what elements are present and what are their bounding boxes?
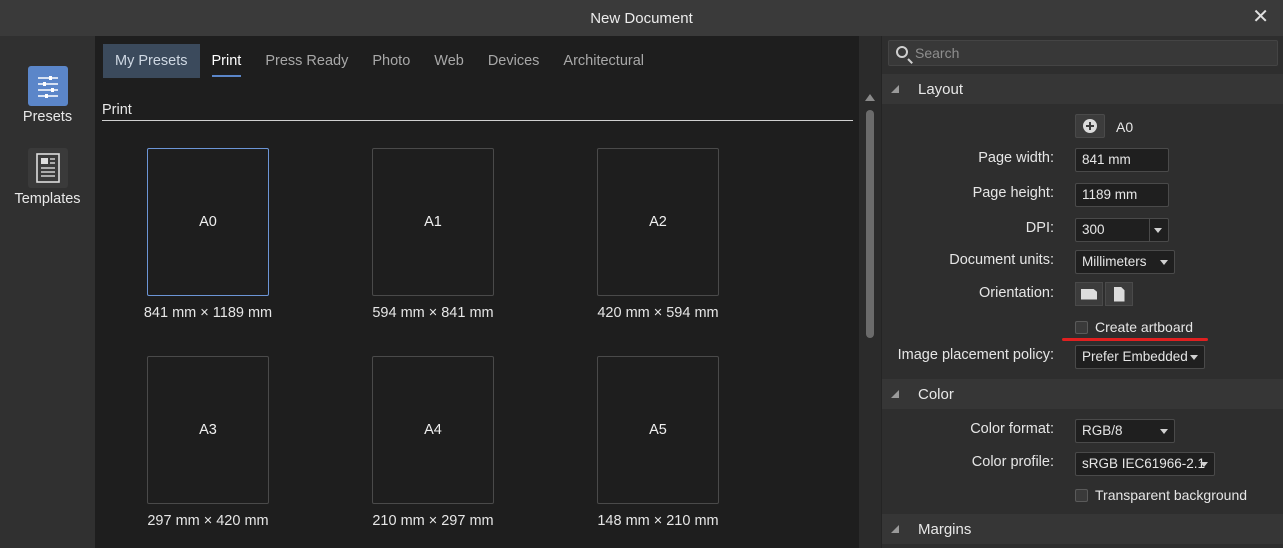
preset-dimensions: 841 mm × 1189 mm <box>143 305 273 321</box>
color-profile-value: sRGB IEC61966-2.1 <box>1082 456 1206 471</box>
document-units-value: Millimeters <box>1082 254 1147 269</box>
preset-thumbnail: A0 <box>147 148 269 296</box>
preset-dimensions: 297 mm × 420 mm <box>147 513 269 529</box>
dpi-value: 300 <box>1082 222 1105 237</box>
search-box[interactable] <box>888 40 1278 66</box>
current-preset-name: A0 <box>1116 119 1134 135</box>
collapse-triangle-icon <box>891 525 899 533</box>
settings-panel: Layout A0 Page width: 841 mm Page height… <box>881 36 1283 548</box>
sidebar-item-label: Templates <box>14 191 81 207</box>
page-height-field[interactable]: 1189 mm <box>1075 183 1169 207</box>
page-width-field[interactable]: 841 mm <box>1075 148 1169 172</box>
add-preset-button[interactable] <box>1075 114 1105 138</box>
section-name: Layout <box>918 81 964 98</box>
plus-circle-icon <box>1083 119 1097 133</box>
preset-thumbnail: A3 <box>147 356 269 504</box>
chevron-down-icon <box>1160 429 1168 434</box>
tab-print[interactable]: Print <box>200 44 254 78</box>
sidebar-item-presets[interactable]: Presets <box>0 66 95 125</box>
tab-photo[interactable]: Photo <box>360 44 422 78</box>
preset-a0[interactable]: A0 841 mm × 1189 mm <box>108 148 308 321</box>
page-height-label: Page height: <box>972 185 1054 201</box>
preset-a4[interactable]: A4 210 mm × 297 mm <box>333 356 533 529</box>
color-section-header[interactable]: Color <box>882 379 1283 409</box>
section-name: Margins <box>918 521 972 538</box>
preset-dimensions: 210 mm × 297 mm <box>372 513 494 529</box>
preset-thumbnail: A1 <box>372 148 494 296</box>
preset-dimensions: 594 mm × 841 mm <box>372 305 494 321</box>
tab-press-ready[interactable]: Press Ready <box>253 44 360 78</box>
tab-web[interactable]: Web <box>422 44 476 78</box>
chevron-down-icon[interactable] <box>1154 228 1162 233</box>
chevron-down-icon <box>1190 355 1198 360</box>
checkbox-box[interactable] <box>1075 489 1088 502</box>
sliders-icon <box>27 66 68 106</box>
preset-a3[interactable]: A3 297 mm × 420 mm <box>108 356 308 529</box>
preset-thumbnail: A4 <box>372 356 494 504</box>
section-divider <box>102 120 853 121</box>
scroll-up-arrow-icon[interactable] <box>865 94 875 101</box>
section-name: Color <box>918 386 954 403</box>
checkbox-box[interactable] <box>1075 321 1088 334</box>
transparent-background-checkbox[interactable]: Transparent background <box>1075 487 1247 503</box>
color-format-dropdown[interactable]: RGB/8 <box>1075 419 1175 443</box>
search-input[interactable] <box>915 43 1270 63</box>
tab-architectural[interactable]: Architectural <box>551 44 656 78</box>
preset-scrollbar[interactable] <box>859 88 881 548</box>
portrait-page-icon <box>1113 286 1125 302</box>
sidebar: Presets Templates <box>0 36 95 548</box>
sidebar-item-label: Presets <box>22 109 73 125</box>
dpi-label: DPI: <box>1025 220 1054 236</box>
dpi-combo[interactable]: 300 <box>1075 218 1169 242</box>
title-bar: New Document ✕ <box>0 0 1283 36</box>
image-placement-label: Image placement policy: <box>897 347 1054 363</box>
category-tabs: My Presets Print Press Ready Photo Web D… <box>103 44 656 78</box>
preset-a1[interactable]: A1 594 mm × 841 mm <box>333 148 533 321</box>
scrollbar-thumb[interactable] <box>866 110 874 338</box>
orientation-label: Orientation: <box>979 285 1054 301</box>
image-placement-value: Prefer Embedded <box>1082 349 1188 364</box>
landscape-page-icon <box>1081 288 1097 300</box>
tab-devices[interactable]: Devices <box>476 44 552 78</box>
close-icon[interactable]: ✕ <box>1252 7 1269 27</box>
image-placement-dropdown[interactable]: Prefer Embedded <box>1075 345 1205 369</box>
document-units-label: Document units: <box>949 252 1054 268</box>
annotation-underline <box>1062 338 1208 341</box>
portrait-button[interactable] <box>1105 282 1133 306</box>
preset-thumbnail: A5 <box>597 356 719 504</box>
preset-browser: My Presets Print Press Ready Photo Web D… <box>95 36 859 548</box>
collapse-triangle-icon <box>891 85 899 93</box>
transparent-background-label: Transparent background <box>1095 487 1248 503</box>
document-units-dropdown[interactable]: Millimeters <box>1075 250 1175 274</box>
preset-a2[interactable]: A2 420 mm × 594 mm <box>558 148 758 321</box>
sidebar-item-templates[interactable]: Templates <box>0 148 95 207</box>
layout-section-header[interactable]: Layout <box>882 74 1283 104</box>
margins-section-header[interactable]: Margins <box>882 514 1283 544</box>
preset-dimensions: 148 mm × 210 mm <box>597 513 719 529</box>
preset-a5[interactable]: A5 148 mm × 210 mm <box>558 356 758 529</box>
orientation-toggle <box>1075 282 1133 306</box>
preset-thumbnail: A2 <box>597 148 719 296</box>
color-format-label: Color format: <box>970 421 1054 437</box>
chevron-down-icon <box>1200 462 1208 467</box>
preset-dimensions: 420 mm × 594 mm <box>597 305 719 321</box>
color-profile-dropdown[interactable]: sRGB IEC61966-2.1 <box>1075 452 1215 476</box>
chevron-down-icon <box>1160 260 1168 265</box>
color-profile-label: Color profile: <box>971 454 1054 470</box>
tab-my-presets[interactable]: My Presets <box>103 44 200 78</box>
collapse-triangle-icon <box>891 390 899 398</box>
page-width-label: Page width: <box>978 150 1054 166</box>
create-artboard-checkbox[interactable]: Create artboard <box>1075 319 1193 335</box>
landscape-button[interactable] <box>1075 282 1103 306</box>
color-format-value: RGB/8 <box>1082 423 1123 438</box>
create-artboard-label: Create artboard <box>1095 319 1194 335</box>
search-icon <box>896 46 908 58</box>
window-title: New Document <box>590 10 693 27</box>
section-title: Print <box>102 102 132 118</box>
document-icon <box>27 148 68 188</box>
combo-divider <box>1149 219 1150 241</box>
